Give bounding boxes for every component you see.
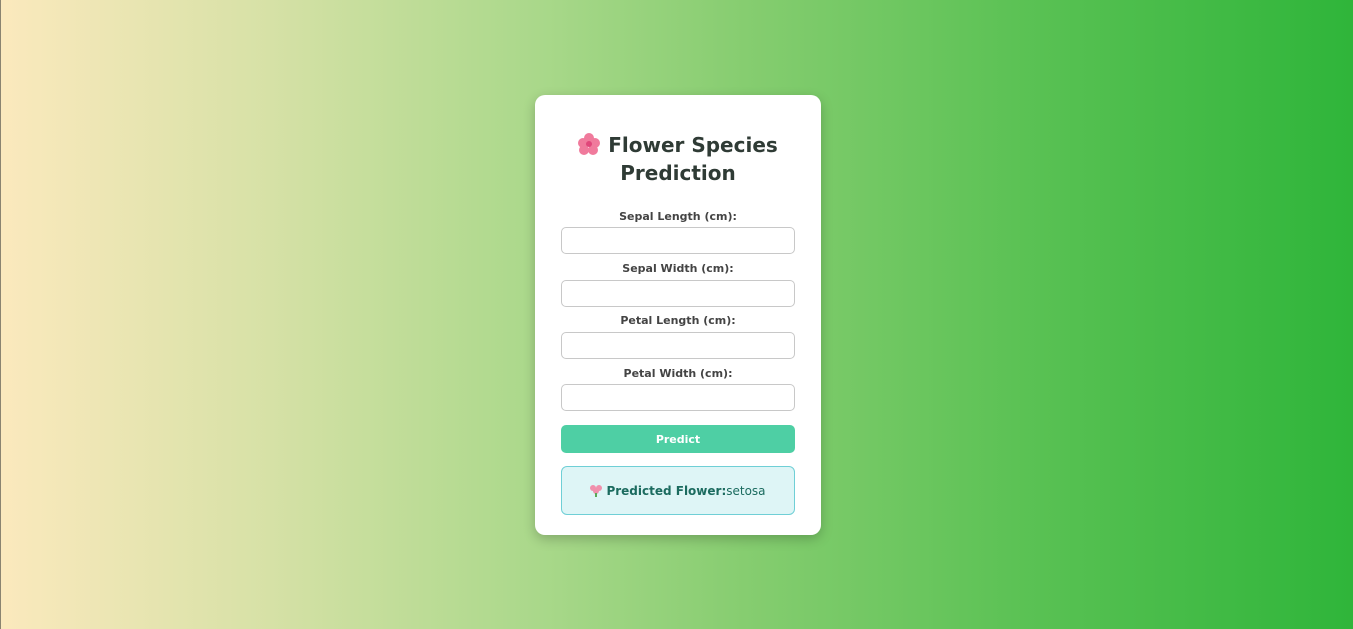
sepal-width-label: Sepal Width (cm): [622,262,734,275]
petal-length-input[interactable] [561,332,795,359]
sepal-length-input[interactable] [561,227,795,254]
page-title: Flower Species Prediction [535,131,821,187]
result-label: Predicted Flower: [606,483,727,498]
sepal-length-label: Sepal Length (cm): [619,210,737,223]
petal-width-label: Petal Width (cm): [623,367,733,380]
result-value: setosa [726,483,766,498]
flower-icon [590,484,603,497]
prediction-result: Predicted Flower: setosa [561,466,795,515]
window-edge [0,0,1,629]
predict-button[interactable]: Predict [561,425,795,453]
sepal-width-input[interactable] [561,280,795,307]
cherry-blossom-icon [578,133,601,155]
petal-length-label: Petal Length (cm): [620,314,736,327]
page-title-text: Flower Species Prediction [608,133,778,185]
petal-width-input[interactable] [561,384,795,411]
prediction-card: Flower Species Prediction Sepal Length (… [535,95,821,535]
